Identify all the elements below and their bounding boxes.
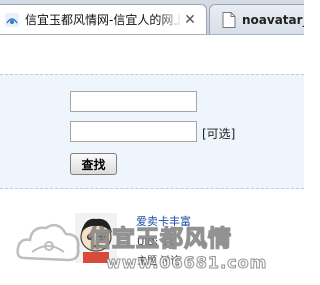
tab-inactive[interactable]: noavatar_small [209,4,304,34]
optional-input[interactable] [70,121,197,142]
tab-title: 信宜玉都风情网-信宜人的网上家园 [25,13,182,27]
optional-label: [可选] [202,127,236,141]
watermark-title: 信宜玉都风情 [87,225,232,252]
search-input[interactable] [70,91,197,112]
watermark-url: www.06681.com [105,253,268,273]
search-button[interactable]: 查找 [70,153,117,175]
page-icon [222,11,236,28]
site-favicon-icon [5,12,19,27]
close-tab-icon[interactable]: ✕ [182,12,198,28]
tab-active[interactable]: 信宜玉都风情网-信宜人的网上家园 ✕ [0,4,207,34]
browser-tab-strip: 信宜玉都风情网-信宜人的网上家园 ✕ noavatar_small [0,0,304,35]
watermark-logo-icon [16,223,80,262]
search-form-panel: [可选] 查找 [0,74,304,189]
tab-title: noavatar_small [242,12,304,27]
